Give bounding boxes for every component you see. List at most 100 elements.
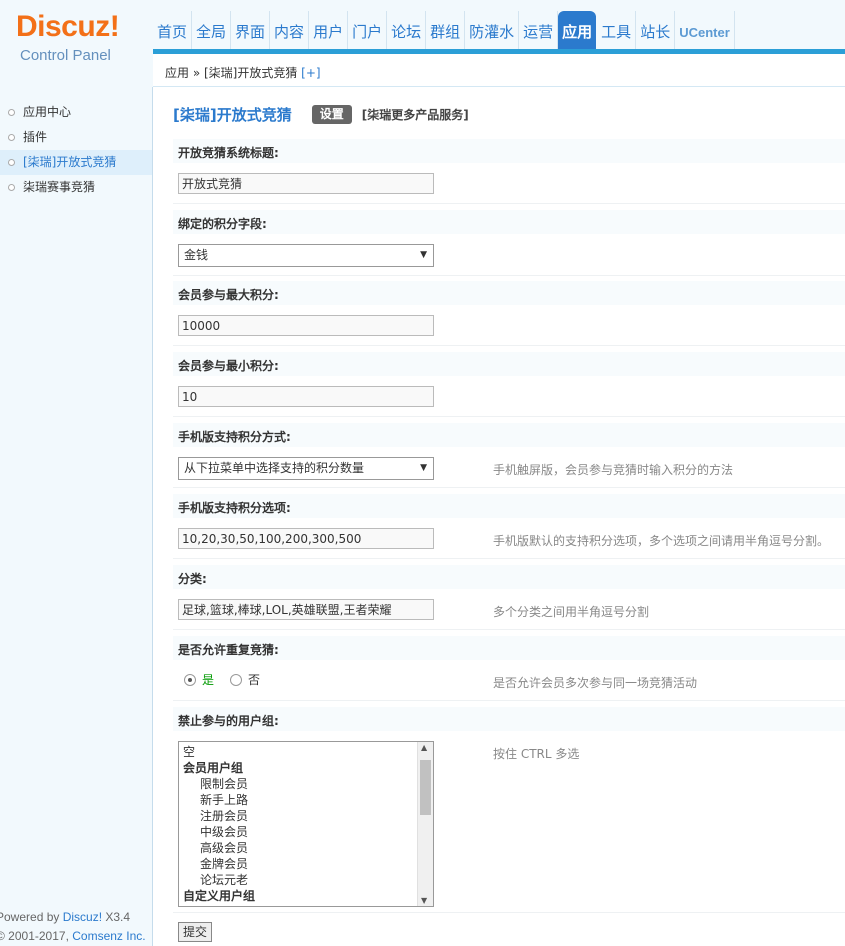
- scrollbar[interactable]: ▲ ▼: [417, 742, 433, 906]
- nav-user[interactable]: 用户: [309, 11, 349, 51]
- nav-antispam[interactable]: 防灌水: [465, 11, 520, 51]
- divider: [173, 700, 845, 701]
- bullet-icon: [8, 159, 15, 166]
- max-credit-label: 会员参与最大积分:: [178, 288, 279, 302]
- more-products-link[interactable]: [柒瑞更多产品服务]: [362, 106, 469, 123]
- nav-home[interactable]: 首页: [153, 11, 193, 51]
- powered-version: X3.4: [102, 910, 131, 924]
- comsenz-link[interactable]: Comsenz Inc.: [72, 929, 145, 943]
- repeat-no-radio[interactable]: 否: [230, 671, 260, 688]
- nav-style[interactable]: 界面: [231, 11, 271, 51]
- copyright: © 2001-2017, Comsenz Inc.: [0, 927, 146, 946]
- min-credit-label: 会员参与最小积分:: [178, 359, 279, 373]
- submit-button[interactable]: 提交: [178, 922, 213, 942]
- label-band: [173, 210, 845, 234]
- sidebar-item-event-guess[interactable]: 柒瑞赛事竞猜: [0, 175, 152, 200]
- breadcrumb-bar: 应用 » [柒瑞]开放式竞猜 [+]: [153, 54, 845, 87]
- copyright-prefix: © 2001-2017,: [0, 929, 73, 943]
- sidebar-item-label: 插件: [23, 130, 48, 144]
- sidebar-item-label: 柒瑞赛事竞猜: [23, 180, 96, 194]
- divider: [173, 912, 845, 913]
- option-item[interactable]: 限制会员: [183, 776, 415, 792]
- scroll-down-icon[interactable]: ▼: [421, 896, 427, 905]
- divider: [173, 203, 845, 204]
- mobile-mode-label: 手机版支持积分方式:: [178, 430, 291, 444]
- discuz-link[interactable]: Discuz!: [63, 910, 102, 924]
- header: Discuz! Control Panel 首页 全局 界面 内容 用户 门户 …: [0, 0, 845, 87]
- option-item[interactable]: 注册会员: [183, 808, 415, 824]
- scroll-up-icon[interactable]: ▲: [421, 743, 427, 752]
- sidebar: 应用中心 插件 [柒瑞]开放式竞猜 柒瑞赛事竞猜 Powered by Disc…: [0, 87, 153, 946]
- option-item[interactable]: 金牌会员: [183, 856, 415, 872]
- credit-select[interactable]: 金钱 ▼: [178, 244, 434, 267]
- sidebar-item-label: 应用中心: [23, 105, 72, 119]
- divider: [173, 558, 845, 559]
- logo[interactable]: Discuz! Control Panel: [0, 0, 153, 87]
- top-nav: 首页 全局 界面 内容 用户 门户 论坛 群组 防灌水 运营 应用 工具 站长 …: [153, 11, 735, 51]
- nav-content[interactable]: 内容: [270, 11, 310, 51]
- bullet-icon: [8, 184, 15, 191]
- sidebar-item-plugins[interactable]: 插件: [0, 125, 152, 150]
- mobile-options-label: 手机版支持积分选项:: [178, 501, 291, 515]
- main-content: [柒瑞]开放式竞猜 设置 [柒瑞更多产品服务] 开放竞猜系统标题: 绑定的积分字…: [153, 87, 845, 946]
- credit-label: 绑定的积分字段:: [178, 217, 267, 231]
- add-shortcut-link[interactable]: [+]: [301, 66, 320, 80]
- sidebar-item-open-guess[interactable]: [柒瑞]开放式竞猜: [0, 150, 152, 175]
- tab-settings[interactable]: 设置: [311, 105, 352, 124]
- forbid-groups-multiselect[interactable]: 空会员用户组 限制会员 新手上路 注册会员 中级会员 高级会员 金牌会员 论坛元老 自定义用户组…: [178, 741, 434, 907]
- label-band: [173, 565, 845, 589]
- mobile-options-input[interactable]: [178, 528, 434, 549]
- radio-checked-icon: [184, 673, 196, 686]
- min-credit-input[interactable]: [178, 386, 434, 407]
- nav-global[interactable]: 全局: [192, 11, 232, 51]
- divider: [173, 345, 845, 346]
- divider: [173, 275, 845, 276]
- divider: [173, 629, 845, 630]
- nav-tools[interactable]: 工具: [597, 11, 637, 51]
- repeat-label: 是否允许重复竞猜:: [178, 643, 279, 657]
- forbid-groups-options: 空会员用户组 限制会员 新手上路 注册会员 中级会员 高级会员 金牌会员 论坛元老 自定义用户组: [183, 744, 415, 904]
- max-credit-input[interactable]: [178, 315, 434, 336]
- nav-founder[interactable]: 站长: [636, 11, 676, 51]
- radio-unchecked-icon: [230, 673, 242, 686]
- forbid-groups-hint: 按住 CTRL 多选: [493, 747, 580, 761]
- dropdown-arrow-icon: ▼: [420, 250, 427, 260]
- dropdown-arrow-icon: ▼: [420, 463, 427, 473]
- sidebar-menu: 应用中心 插件 [柒瑞]开放式竞猜 柒瑞赛事竞猜: [0, 87, 152, 200]
- repeat-yes-radio[interactable]: 是: [184, 671, 214, 688]
- logo-brand: Discuz!: [16, 10, 120, 43]
- breadcrumb-text: 应用 » [柒瑞]开放式竞猜: [165, 66, 298, 80]
- sidebar-item-label: [柒瑞]开放式竞猜: [23, 155, 117, 169]
- scroll-thumb[interactable]: [420, 760, 431, 815]
- mobile-mode-hint: 手机触屏版，会员参与竞猜时输入积分的方法: [493, 463, 734, 477]
- option-group-header: 会员用户组: [183, 761, 244, 775]
- nav-ucenter[interactable]: UCenter: [675, 11, 735, 51]
- page-header: [柒瑞]开放式竞猜 设置 [柒瑞更多产品服务]: [173, 104, 469, 125]
- bullet-icon: [8, 134, 15, 141]
- title-input[interactable]: [178, 173, 434, 194]
- powered-prefix: Powered by: [0, 910, 63, 924]
- category-label: 分类:: [178, 572, 207, 586]
- credit-select-value: 金钱: [184, 248, 209, 262]
- nav-plugin[interactable]: 应用: [558, 11, 597, 51]
- option-item[interactable]: 空: [183, 744, 415, 760]
- bullet-icon: [8, 109, 15, 116]
- option-item[interactable]: 高级会员: [183, 840, 415, 856]
- option-item[interactable]: 中级会员: [183, 824, 415, 840]
- nav-portal[interactable]: 门户: [348, 11, 388, 51]
- mobile-mode-select[interactable]: 从下拉菜单中选择支持的积分数量 ▼: [178, 457, 434, 480]
- breadcrumb: 应用 » [柒瑞]开放式竞猜 [+]: [165, 64, 321, 81]
- repeat-no-label: 否: [248, 673, 261, 687]
- nav-operation[interactable]: 运营: [519, 11, 559, 51]
- category-input[interactable]: [178, 599, 434, 620]
- nav-forum[interactable]: 论坛: [387, 11, 427, 51]
- mobile-mode-select-value: 从下拉菜单中选择支持的积分数量: [184, 461, 365, 475]
- sidebar-footer: Powered by Discuz! X3.4 © 2001-2017, Com…: [0, 908, 146, 946]
- title-label: 开放竞猜系统标题:: [178, 146, 279, 160]
- option-item[interactable]: 新手上路: [183, 792, 415, 808]
- category-hint: 多个分类之间用半角逗号分割: [493, 605, 650, 619]
- sidebar-item-app-center[interactable]: 应用中心: [0, 100, 152, 125]
- logo-subtitle: Control Panel: [20, 47, 111, 64]
- nav-group[interactable]: 群组: [426, 11, 466, 51]
- option-item[interactable]: 论坛元老: [183, 872, 415, 888]
